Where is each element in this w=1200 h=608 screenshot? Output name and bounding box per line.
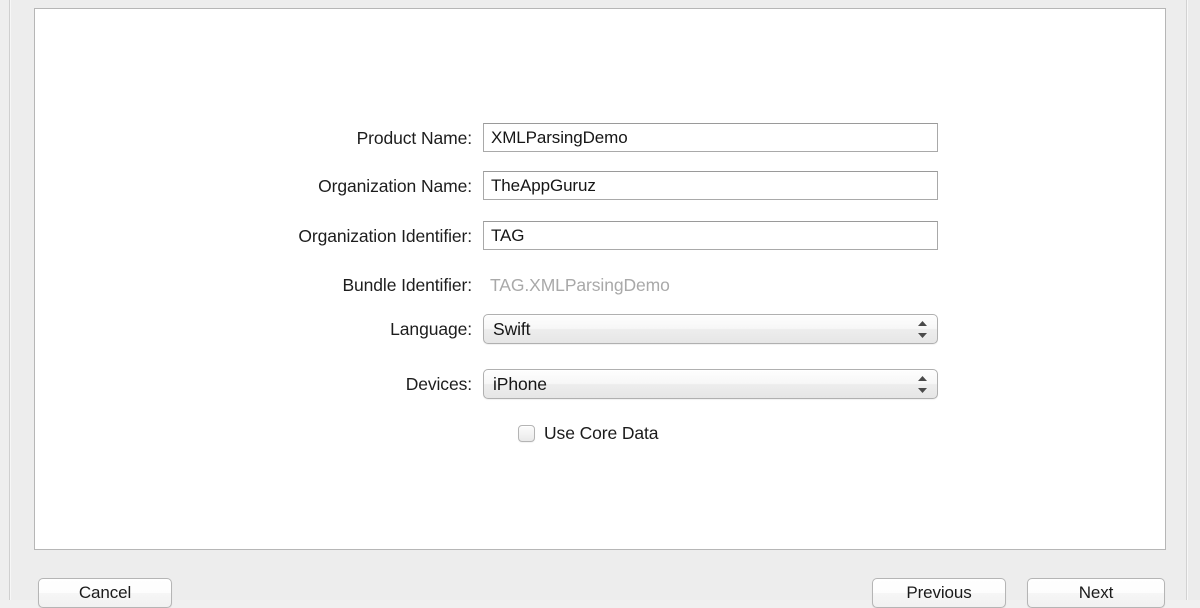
checkbox-unchecked-icon[interactable] [518,425,535,442]
field-cell [483,221,938,250]
label-cell: Bundle Identifier: [35,270,472,300]
language-selected-value: Swift [493,315,530,343]
field-cell [483,123,938,152]
organization-identifier-input[interactable] [483,221,938,250]
organization-name-label: Organization Name: [52,171,472,201]
product-name-label: Product Name: [52,123,472,153]
field-cell: Swift [483,314,938,344]
window-right-edge-highlight [1187,0,1188,600]
label-cell: Organization Name: [35,171,472,201]
cancel-button[interactable]: Cancel [38,578,172,608]
devices-select[interactable]: iPhone [483,369,938,399]
label-cell: Organization Identifier: [35,221,472,251]
previous-button[interactable]: Previous [872,578,1006,608]
label-cell: Language: [35,314,472,344]
bundle-identifier-value: TAG.XMLParsingDemo [483,270,670,300]
devices-selected-value: iPhone [493,370,547,398]
label-cell: Devices: [35,369,472,399]
devices-label: Devices: [52,369,472,399]
field-cell: TAG.XMLParsingDemo [483,270,670,300]
bundle-identifier-label: Bundle Identifier: [52,270,472,300]
field-cell: iPhone [483,369,938,399]
options-panel: Product Name: Organization Name: Organiz… [34,8,1166,550]
up-down-stepper-arrows-icon [914,315,930,343]
language-select[interactable]: Swift [483,314,938,344]
organization-name-input[interactable] [483,171,938,200]
window-left-edge-highlight [10,0,11,600]
language-label: Language: [52,314,472,344]
project-options-window: Product Name: Organization Name: Organiz… [0,0,1200,600]
organization-identifier-label: Organization Identifier: [52,221,472,251]
use-core-data-label: Use Core Data [544,423,658,444]
product-name-input[interactable] [483,123,938,152]
field-cell [483,171,938,200]
next-button[interactable]: Next [1027,578,1165,608]
label-cell: Product Name: [35,123,472,153]
up-down-stepper-arrows-icon [914,370,930,398]
use-core-data-row[interactable]: Use Core Data [483,423,658,444]
